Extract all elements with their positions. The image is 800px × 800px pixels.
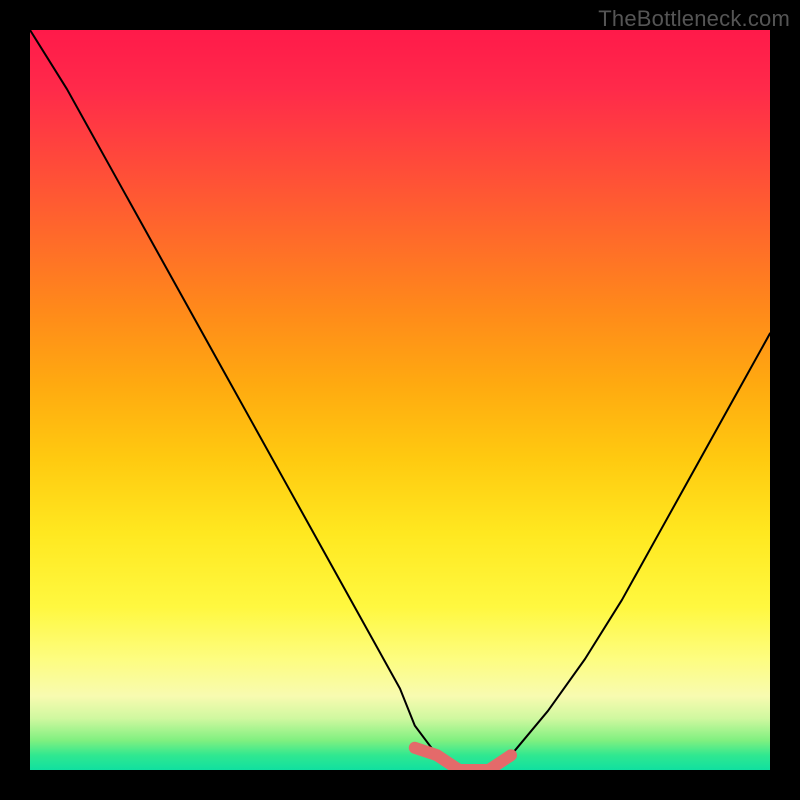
chart-container: TheBottleneck.com xyxy=(0,0,800,800)
optimal-band xyxy=(30,30,770,770)
watermark-label: TheBottleneck.com xyxy=(598,6,790,32)
plot-area xyxy=(30,30,770,770)
